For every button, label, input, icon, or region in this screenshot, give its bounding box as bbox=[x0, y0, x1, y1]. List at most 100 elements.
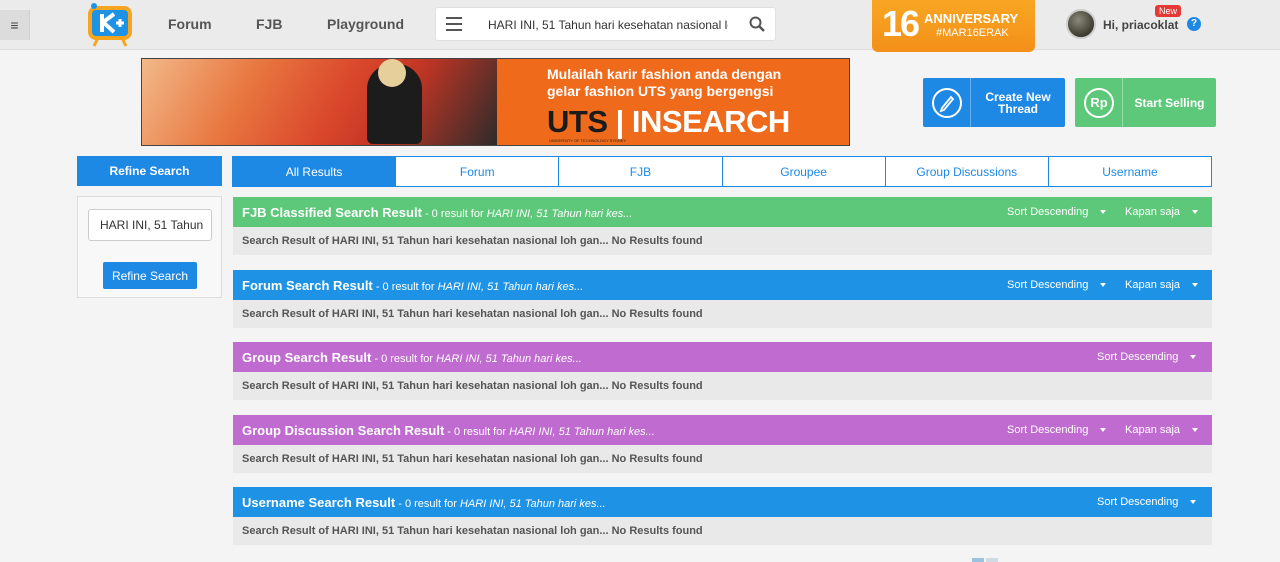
banner-subtitle: UNIVERSITY OF TECHNOLOGY SYDNEY bbox=[549, 138, 627, 143]
start-selling-button[interactable]: Rp Start Selling bbox=[1075, 78, 1216, 127]
sort-label: Sort Descending bbox=[1007, 424, 1089, 436]
start-selling-label: Start Selling bbox=[1134, 95, 1205, 110]
chevron-down-icon bbox=[1192, 428, 1199, 433]
time-dropdown[interactable]: Kapan saja bbox=[1125, 279, 1199, 291]
section-query: HARI INI, 51 Tahun hari kes... bbox=[436, 353, 582, 365]
feedback-widget-icon-2[interactable] bbox=[986, 558, 998, 562]
pencil-icon bbox=[932, 88, 962, 118]
forum-result-body: Search Result of HARI INI, 51 Tahun hari… bbox=[233, 300, 1212, 328]
chevron-down-icon bbox=[1192, 283, 1199, 288]
section-count: - 0 result for bbox=[421, 208, 487, 220]
sort-dropdown[interactable]: Sort Descending bbox=[1007, 206, 1107, 218]
tab-groupee[interactable]: Groupee bbox=[722, 156, 886, 187]
user-greeting[interactable]: Hi, priacoklat bbox=[1103, 18, 1178, 32]
section-query: HARI INI, 51 Tahun hari kes... bbox=[459, 498, 606, 510]
refine-search-button[interactable]: Refine Search bbox=[103, 262, 197, 289]
anniversary-number: 16 bbox=[882, 3, 920, 44]
rupiah-icon: Rp bbox=[1084, 88, 1114, 118]
fjb-result-section: FJB Classified Search Result - 0 result … bbox=[233, 197, 1212, 255]
group-discussion-result-body: Search Result of HARI INI, 51 Tahun hari… bbox=[233, 445, 1212, 473]
forum-result-title: Forum Search Result - 0 result for HARI … bbox=[242, 278, 583, 293]
nav-forum-link[interactable]: Forum bbox=[168, 16, 212, 32]
create-thread-icon-box bbox=[923, 78, 971, 127]
create-thread-button[interactable]: Create New Thread bbox=[923, 78, 1065, 127]
group-result-section: Group Search Result - 0 result for HARI … bbox=[233, 342, 1212, 400]
chevron-down-icon bbox=[1192, 210, 1199, 215]
tab-group-discussions[interactable]: Group Discussions bbox=[885, 156, 1049, 187]
forum-result-header: Forum Search Result - 0 result for HARI … bbox=[233, 270, 1212, 300]
group-result-body: Search Result of HARI INI, 51 Tahun hari… bbox=[233, 372, 1212, 400]
banner-text-panel: Mulailah karir fashion anda dengan gelar… bbox=[497, 59, 849, 145]
search-bar[interactable]: HARI INI, 51 Tahun hari kesehatan nasion… bbox=[435, 7, 776, 41]
chevron-down-icon bbox=[1190, 355, 1197, 360]
chevron-down-icon bbox=[1190, 500, 1197, 505]
chevron-down-icon bbox=[1100, 210, 1107, 215]
time-label: Kapan saja bbox=[1125, 424, 1181, 436]
username-result-body: Search Result of HARI INI, 51 Tahun hari… bbox=[233, 517, 1212, 545]
group-discussion-result-title: Group Discussion Search Result - 0 resul… bbox=[242, 423, 655, 438]
fjb-result-body: Search Result of HARI INI, 51 Tahun hari… bbox=[233, 227, 1212, 255]
section-query: HARI INI, 51 Tahun hari kes... bbox=[509, 426, 655, 438]
kaskus-logo[interactable] bbox=[82, 2, 140, 48]
search-category-icon[interactable] bbox=[446, 17, 462, 31]
banner-headline-1: Mulailah karir fashion anda dengan bbox=[547, 66, 782, 82]
ad-banner[interactable]: Mulailah karir fashion anda dengan gelar… bbox=[141, 58, 850, 146]
banner-model-head bbox=[378, 59, 406, 87]
section-count: - 0 result for bbox=[444, 426, 510, 438]
banner-brand-uts: UTS bbox=[547, 104, 608, 139]
sort-label: Sort Descending bbox=[1007, 206, 1089, 218]
username-result-header: Username Search Result - 0 result for HA… bbox=[233, 487, 1212, 517]
create-thread-label: Create New Thread bbox=[985, 89, 1051, 116]
forum-result-section: Forum Search Result - 0 result for HARI … bbox=[233, 270, 1212, 328]
time-dropdown[interactable]: Kapan saja bbox=[1125, 206, 1199, 218]
group-discussion-result-header: Group Discussion Search Result - 0 resul… bbox=[233, 415, 1212, 445]
chevron-down-icon bbox=[1100, 283, 1107, 288]
help-icon[interactable]: ? bbox=[1187, 17, 1201, 31]
result-tabs: All Results Forum FJB Groupee Group Disc… bbox=[232, 156, 1213, 187]
tab-forum[interactable]: Forum bbox=[396, 156, 560, 187]
fjb-result-header: FJB Classified Search Result - 0 result … bbox=[233, 197, 1212, 227]
sort-label: Sort Descending bbox=[1097, 496, 1179, 508]
username-result-title: Username Search Result - 0 result for HA… bbox=[242, 495, 606, 510]
time-label: Kapan saja bbox=[1125, 279, 1181, 291]
search-icon[interactable] bbox=[749, 16, 765, 32]
sort-dropdown[interactable]: Sort Descending bbox=[1097, 496, 1197, 508]
tab-username[interactable]: Username bbox=[1048, 156, 1213, 187]
new-notification-badge: New bbox=[1155, 5, 1182, 17]
chevron-down-icon bbox=[1100, 428, 1107, 433]
banner-brand-insearch: INSEARCH bbox=[631, 104, 790, 139]
banner-photo bbox=[142, 59, 497, 145]
sort-dropdown[interactable]: Sort Descending bbox=[1007, 424, 1107, 436]
section-count: - 0 result for bbox=[395, 498, 460, 510]
menu-toggle-icon[interactable]: ≡ bbox=[0, 10, 30, 40]
time-dropdown[interactable]: Kapan saja bbox=[1125, 424, 1199, 436]
sort-dropdown[interactable]: Sort Descending bbox=[1097, 351, 1197, 363]
anniversary-hashtag: #MAR16ERAK bbox=[936, 27, 1009, 39]
section-query: HARI INI, 51 Tahun hari kes... bbox=[437, 281, 584, 293]
nav-fjb-link[interactable]: FJB bbox=[256, 16, 282, 32]
section-title-text: Forum Search Result bbox=[242, 278, 373, 293]
tab-all-results[interactable]: All Results bbox=[232, 156, 397, 187]
group-result-header: Group Search Result - 0 result for HARI … bbox=[233, 342, 1212, 372]
time-label: Kapan saja bbox=[1125, 206, 1181, 218]
top-header: ≡ Forum FJB Playground HARI INI, 51 Tahu… bbox=[0, 0, 1280, 52]
refine-search-title: Refine Search bbox=[77, 156, 222, 186]
banner-brand: UTS | INSEARCH bbox=[547, 104, 790, 139]
sort-label: Sort Descending bbox=[1097, 351, 1179, 363]
anniversary-badge[interactable]: 16 ANNIVERSARY #MAR16ERAK bbox=[872, 0, 1035, 52]
section-title-text: Group Discussion Search Result bbox=[242, 423, 445, 438]
tab-fjb[interactable]: FJB bbox=[559, 156, 723, 187]
nav-playground-link[interactable]: Playground bbox=[327, 16, 404, 32]
fjb-result-title: FJB Classified Search Result - 0 result … bbox=[242, 205, 632, 220]
avatar[interactable] bbox=[1066, 9, 1096, 39]
username-result-section: Username Search Result - 0 result for HA… bbox=[233, 487, 1212, 545]
start-selling-icon-box: Rp bbox=[1075, 78, 1123, 127]
section-query: HARI INI, 51 Tahun hari kes... bbox=[486, 208, 633, 220]
search-input[interactable]: HARI INI, 51 Tahun hari kesehatan nasion… bbox=[488, 18, 728, 32]
section-count: - 0 result for bbox=[372, 281, 438, 293]
sort-label: Sort Descending bbox=[1007, 279, 1089, 291]
sort-dropdown[interactable]: Sort Descending bbox=[1007, 279, 1107, 291]
refine-search-input[interactable]: HARI INI, 51 Tahun bbox=[88, 209, 212, 241]
feedback-widget-icon[interactable] bbox=[972, 558, 984, 562]
section-title-text: Group Search Result bbox=[242, 350, 372, 365]
